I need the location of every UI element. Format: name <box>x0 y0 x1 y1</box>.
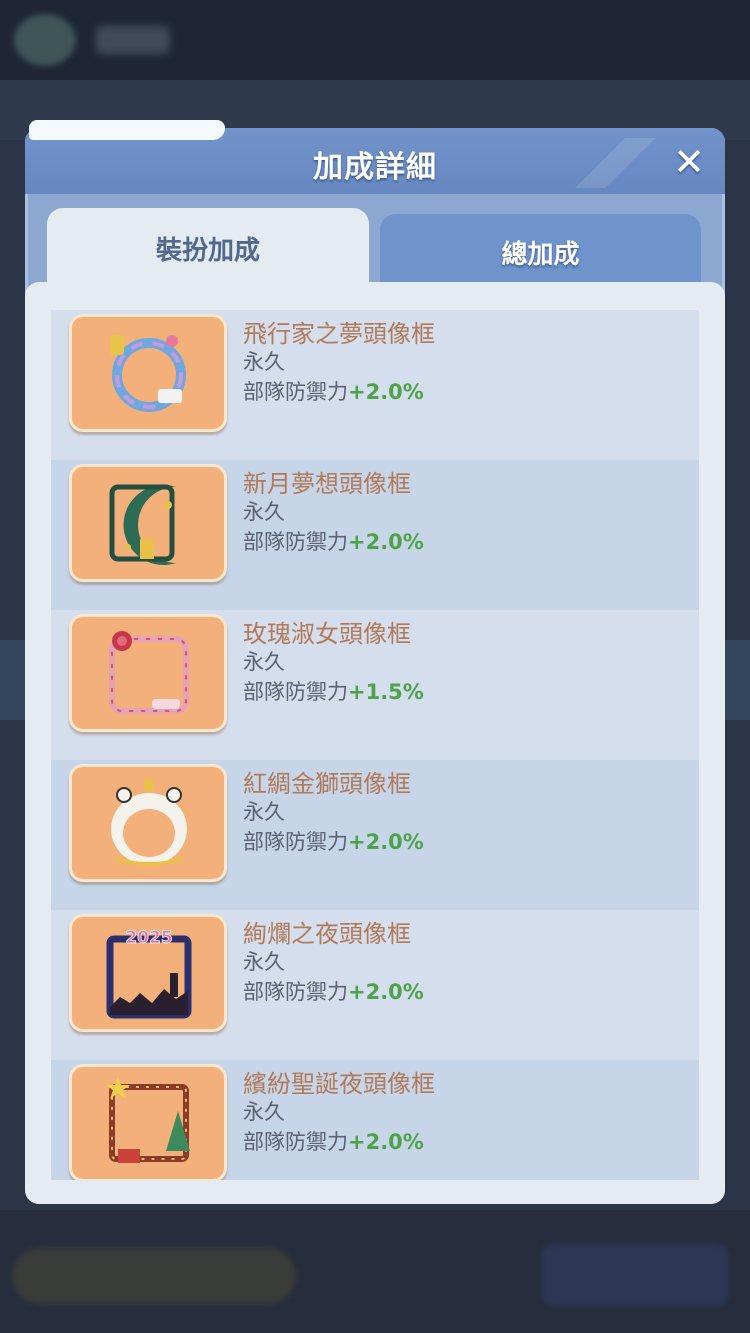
crescent-dream-frame-icon <box>109 484 176 565</box>
bonus-list-panel: 飛行家之夢頭像框 永久 部隊防禦力+2.0% 新月夢想頭像框 永久 部隊防禦力+… <box>25 282 725 1204</box>
background-right-button <box>542 1244 728 1306</box>
item-bonus-line: 部隊防禦力+2.0% <box>243 526 424 556</box>
dialog-header: 加成詳細 ✕ <box>25 120 725 194</box>
frame-thumbnail <box>69 764 227 882</box>
item-duration: 永久 <box>243 1100 285 1124</box>
list-item: 飛行家之夢頭像框 永久 部隊防禦力+2.0% <box>51 310 699 460</box>
list-item: 紅綢金獅頭像框 永久 部隊防禦力+2.0% <box>51 760 699 910</box>
item-name: 飛行家之夢頭像框 <box>243 320 435 348</box>
list-item: 玫瑰淑女頭像框 永久 部隊防禦力+1.5% <box>51 610 699 760</box>
splendid-night-frame-icon: 2025 <box>106 928 192 1019</box>
tab-label: 裝扮加成 <box>155 236 260 266</box>
item-bonus-line: 部隊防禦力+2.0% <box>243 826 424 856</box>
background-player-name <box>96 26 170 54</box>
frame-thumbnail <box>69 464 227 582</box>
item-duration: 永久 <box>243 950 285 974</box>
item-duration: 永久 <box>243 500 285 524</box>
bonus-value: +2.0% <box>348 980 424 1004</box>
snow-decoration <box>29 120 225 140</box>
golden-lion-frame-icon <box>111 779 187 866</box>
rose-lady-frame-icon <box>109 631 189 714</box>
item-name: 絢爛之夜頭像框 <box>243 920 411 948</box>
bonus-detail-dialog: 加成詳細 ✕ 裝扮加成 總加成 飛行家之夢頭像框 永久 部隊防禦力+2.0% 新… <box>25 120 725 1204</box>
stat-label: 部隊防禦力 <box>243 680 348 704</box>
bonus-list[interactable]: 飛行家之夢頭像框 永久 部隊防禦力+2.0% 新月夢想頭像框 永久 部隊防禦力+… <box>51 310 699 1180</box>
item-duration: 永久 <box>243 350 285 374</box>
stat-label: 部隊防禦力 <box>243 1130 348 1154</box>
item-bonus-line: 部隊防禦力+2.0% <box>243 976 424 1006</box>
bonus-value: +2.0% <box>348 530 424 554</box>
stat-label: 部隊防禦力 <box>243 380 348 404</box>
stat-label: 部隊防禦力 <box>243 980 348 1004</box>
item-bonus-line: 部隊防禦力+1.5% <box>243 676 424 706</box>
background-avatar <box>14 14 76 66</box>
close-icon[interactable]: ✕ <box>669 142 709 182</box>
frame-thumbnail <box>69 1064 227 1180</box>
bonus-value: +2.0% <box>348 1130 424 1154</box>
item-duration: 永久 <box>243 800 285 824</box>
list-item: 繽紛聖誕夜頭像框 永久 部隊防禦力+2.0% <box>51 1060 699 1180</box>
item-name: 紅綢金獅頭像框 <box>243 770 411 798</box>
stat-label: 部隊防禦力 <box>243 830 348 854</box>
item-bonus-line: 部隊防禦力+2.0% <box>243 1126 424 1156</box>
tab-costume-bonus[interactable]: 裝扮加成 <box>47 208 369 288</box>
item-name: 繽紛聖誕夜頭像框 <box>243 1070 435 1098</box>
christmas-night-frame-icon <box>106 1077 190 1163</box>
frame-thumbnail <box>69 614 227 732</box>
item-name: 玫瑰淑女頭像框 <box>243 620 411 648</box>
frame-thumbnail <box>69 314 227 432</box>
stat-label: 部隊防禦力 <box>243 530 348 554</box>
frame-thumbnail: 2025 <box>69 914 227 1032</box>
aviator-dream-frame-icon <box>110 335 186 412</box>
item-name: 新月夢想頭像框 <box>243 470 411 498</box>
tab-label: 總加成 <box>501 240 580 270</box>
frame-year-text: 2025 <box>125 928 172 948</box>
list-item: 新月夢想頭像框 永久 部隊防禦力+2.0% <box>51 460 699 610</box>
background-left-button <box>12 1248 296 1304</box>
list-item: 2025 絢爛之夜頭像框 永久 部隊防禦力+2.0% <box>51 910 699 1060</box>
item-bonus-line: 部隊防禦力+2.0% <box>243 376 424 406</box>
bonus-value: +1.5% <box>348 680 424 704</box>
bonus-value: +2.0% <box>348 380 424 404</box>
dialog-title: 加成詳細 <box>313 150 437 185</box>
item-duration: 永久 <box>243 650 285 674</box>
bonus-value: +2.0% <box>348 830 424 854</box>
tab-total-bonus[interactable]: 總加成 <box>380 214 701 282</box>
